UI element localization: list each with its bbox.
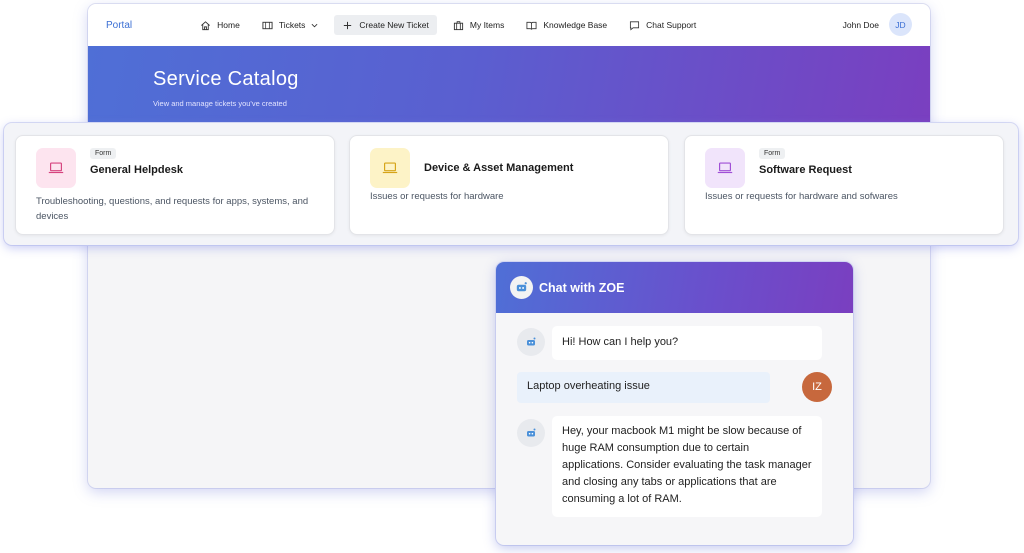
portal-brand[interactable]: Portal — [106, 20, 132, 31]
catalog-card-software-request[interactable]: Form Software Request Issues or requests… — [684, 135, 1004, 235]
card-title: Device & Asset Management — [424, 162, 574, 174]
laptop-icon — [370, 148, 410, 188]
nav-chat-label: Chat Support — [646, 20, 697, 30]
nav-create-label: Create New Ticket — [359, 20, 429, 30]
nav-tickets-label: Tickets — [278, 20, 306, 30]
card-title: General Helpdesk — [90, 164, 183, 176]
card-description: Troubleshooting, questions, and requests… — [36, 196, 309, 222]
chat-widget: Chat with ZOE Hi! How can I help you? La… — [496, 262, 853, 545]
catalog-cards-panel: Form General Helpdesk Troubleshooting, q… — [4, 123, 1018, 245]
card-title: Software Request — [759, 164, 852, 176]
nav-tickets[interactable]: Tickets — [256, 15, 325, 35]
bot-avatar — [517, 328, 545, 356]
chat-title: Chat with ZOE — [539, 280, 625, 295]
nav-create-new-ticket[interactable]: Create New Ticket — [334, 15, 437, 35]
plus-icon — [342, 20, 353, 31]
chat-icon — [629, 20, 640, 31]
form-badge: Form — [90, 148, 117, 159]
nav-my-items[interactable]: My Items — [447, 15, 510, 35]
bot-icon — [527, 428, 536, 437]
page-subtitle: View and manage tickets you've created — [153, 99, 287, 108]
card-description: Issues or requests for hardware — [370, 191, 504, 202]
home-icon — [200, 20, 211, 31]
user-avatar: IZ — [802, 372, 832, 402]
nav-chat-support[interactable]: Chat Support — [623, 15, 702, 35]
bot-avatar — [517, 419, 545, 447]
laptop-icon — [36, 148, 76, 188]
chevron-down-icon — [311, 22, 318, 29]
form-badge: Form — [759, 148, 786, 159]
nav-my-items-label: My Items — [469, 20, 505, 30]
user-name: John Doe — [842, 19, 879, 30]
nav-home[interactable]: Home — [194, 15, 246, 35]
nav-knowledge-label: Knowledge Base — [543, 20, 608, 30]
card-description: Issues or requests for hardware and sofw… — [705, 191, 898, 202]
zoe-bot-icon — [510, 276, 533, 299]
chat-message-user: Laptop overheating issue — [517, 372, 770, 403]
chat-message-bot: Hey, your macbook M1 might be slow becau… — [552, 416, 822, 517]
chat-header: Chat with ZOE — [496, 262, 853, 313]
catalog-card-general-helpdesk[interactable]: Form General Helpdesk Troubleshooting, q… — [15, 135, 335, 235]
book-icon — [526, 20, 537, 31]
user-menu[interactable]: John Doe JD — [843, 13, 912, 36]
catalog-card-device-asset[interactable]: Device & Asset Management Issues or requ… — [349, 135, 669, 235]
chat-message-bot: Hi! How can I help you? — [552, 326, 822, 360]
ticket-icon — [262, 20, 273, 31]
briefcase-icon — [453, 20, 464, 31]
hero-banner: Service Catalog View and manage tickets … — [88, 46, 930, 126]
bot-icon — [527, 337, 536, 346]
avatar[interactable]: JD — [889, 13, 912, 36]
laptop-icon — [705, 148, 745, 188]
nav-knowledge-base[interactable]: Knowledge Base — [520, 15, 613, 35]
nav-home-label: Home — [217, 20, 240, 30]
top-navigation: Portal Home Tickets Create New Ticket My… — [88, 4, 930, 46]
page-title: Service Catalog — [153, 68, 299, 90]
